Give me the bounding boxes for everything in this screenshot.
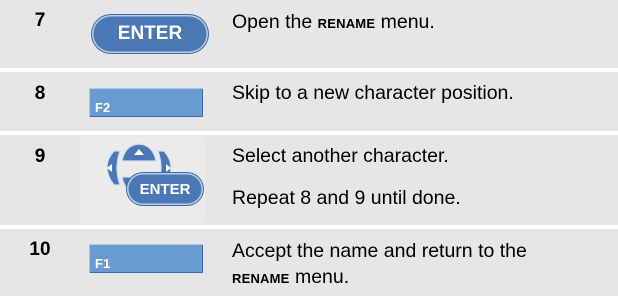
step-number: 7 [34,10,46,31]
enter-key-button[interactable]: ENTER [92,15,208,53]
rename-menu-label: RENAME [232,271,290,286]
enter-key-label: ENTER [139,180,191,198]
step-row-7: 7 ENTER Open the RENAME menu. [0,0,618,68]
step-number: 9 [34,146,46,167]
step-number: 8 [34,83,46,104]
f2-key-button[interactable]: F2 [89,88,203,117]
step-description: Select another character. [232,145,449,167]
step-number: 10 [29,239,51,260]
enter-key-label: ENTER [117,23,183,44]
f1-key-label: F1 [95,256,111,271]
step-row-9: 9 ENTER Select another character. Repeat… [0,135,618,225]
step-description: Accept the name and return to the RENAME… [232,240,527,288]
step-row-8: 8 F2 Skip to a new character position. [0,72,618,131]
f1-key-button[interactable]: F1 [89,244,203,273]
enter-key-button[interactable]: ENTER [127,173,203,205]
step-description: Open the RENAME menu. [232,11,435,33]
step-row-10: 10 F1 Accept the name and return to the … [0,229,618,296]
f2-key-label: F2 [95,100,111,115]
rename-menu-label: RENAME [317,16,376,31]
step-note: Repeat 8 and 9 until done. [232,187,461,209]
step-description: Skip to a new character position. [232,82,514,104]
